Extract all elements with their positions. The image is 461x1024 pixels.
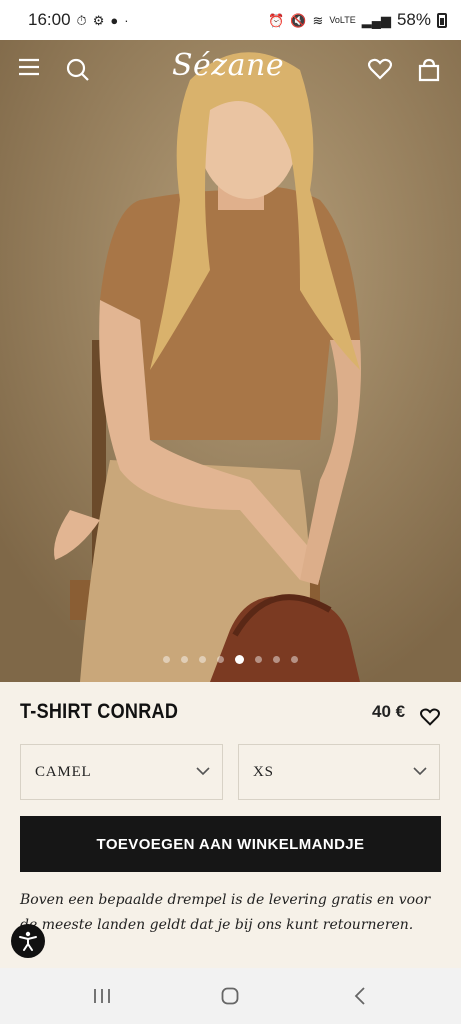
menu-icon[interactable] <box>18 58 44 84</box>
carousel-dot[interactable] <box>235 655 244 664</box>
carousel-dot[interactable] <box>291 656 298 663</box>
home-icon[interactable] <box>220 986 240 1006</box>
gear-icon: ⚙ <box>92 12 105 28</box>
accessibility-icon[interactable] <box>11 924 45 958</box>
carousel-dot[interactable] <box>199 656 206 663</box>
signal-icon: ▂▄▆ <box>361 12 391 28</box>
carousel-indicator <box>0 655 461 664</box>
heart-icon[interactable] <box>368 58 394 84</box>
add-to-wishlist-icon[interactable] <box>420 708 442 730</box>
more-notifications-dot: · <box>124 12 129 28</box>
carousel-dot[interactable] <box>217 656 224 663</box>
color-select-value: CAMEL <box>35 763 92 780</box>
chat-icon: ● <box>110 12 119 28</box>
mute-icon: 🔇 <box>290 12 307 28</box>
wifi-icon: ≋ <box>312 12 324 28</box>
brand-logo[interactable]: Sézane <box>172 48 284 83</box>
battery-icon <box>437 12 447 28</box>
search-icon[interactable] <box>66 58 92 84</box>
carousel-dot[interactable] <box>273 656 280 663</box>
carousel-dot[interactable] <box>255 656 262 663</box>
size-select[interactable]: XS <box>238 744 440 800</box>
system-navigation-bar <box>0 968 461 1024</box>
chevron-down-icon <box>196 764 210 781</box>
status-bar: 16:00 ⏱ ⚙ ● · ⏰ 🔇 ≋ VoLTE ▂▄▆ 58% <box>0 0 461 40</box>
carousel-dot[interactable] <box>163 656 170 663</box>
product-info: T-SHIRT CONRAD 40 € CAMEL XS TOEVOEGEN A… <box>0 682 461 968</box>
carousel-dot[interactable] <box>181 656 188 663</box>
shipping-note: Boven een bepaalde drempel is de leverin… <box>20 892 431 933</box>
back-icon[interactable] <box>350 986 370 1006</box>
product-title: T-SHIRT CONRAD <box>20 700 179 723</box>
status-time: 16:00 <box>28 10 71 29</box>
product-photo <box>0 40 461 682</box>
color-select[interactable]: CAMEL <box>20 744 223 800</box>
product-price: 40 € <box>372 702 406 721</box>
volte-icon: VoLTE <box>329 14 356 25</box>
recent-apps-icon[interactable] <box>92 986 112 1006</box>
bag-icon[interactable] <box>418 58 444 84</box>
add-to-cart-button[interactable]: TOEVOEGEN AAN WINKELMANDJE <box>20 816 441 872</box>
chevron-down-icon <box>413 764 427 781</box>
product-image-carousel[interactable]: Sézane <box>0 40 461 682</box>
size-select-value: XS <box>253 763 274 780</box>
battery-percentage: 58% <box>396 10 431 29</box>
timer-icon: ⏱ <box>76 12 87 28</box>
alarm-icon: ⏰ <box>268 12 285 28</box>
